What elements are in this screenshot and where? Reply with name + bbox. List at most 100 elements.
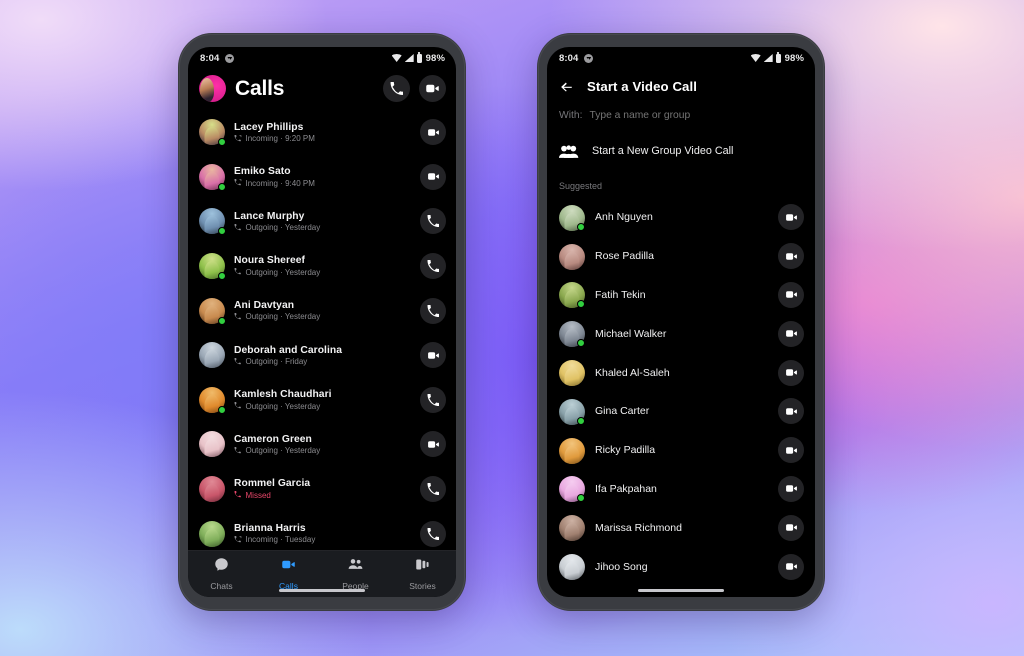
- row-audio-call-button[interactable]: [420, 253, 446, 280]
- suggested-contact-item[interactable]: Rose Padilla: [547, 237, 815, 276]
- avatar-wrapper: [199, 163, 226, 191]
- row-audio-call-button[interactable]: [420, 386, 446, 413]
- call-list-item[interactable]: Deborah and Carolina Outgoing · Friday: [188, 333, 456, 378]
- avatar[interactable]: [199, 75, 226, 102]
- online-status-dot: [577, 339, 585, 348]
- back-arrow-icon[interactable]: [559, 80, 574, 94]
- page-title: Calls: [235, 76, 285, 100]
- suggested-contact-item[interactable]: Gina Carter: [547, 392, 815, 431]
- online-status-dot: [577, 222, 585, 231]
- avatar-wrapper: [559, 282, 585, 309]
- avatar-wrapper: [199, 386, 226, 414]
- row-video-call-button[interactable]: [778, 475, 804, 502]
- video-camera-icon: [427, 173, 439, 181]
- with-label: With:: [559, 110, 583, 121]
- incoming-call-icon: [234, 134, 242, 143]
- suggested-contact-item[interactable]: Anh Nguyen: [547, 198, 815, 237]
- new-video-call-button[interactable]: [419, 75, 446, 102]
- status-time: 8:04: [200, 52, 220, 64]
- row-video-call-button[interactable]: [778, 437, 804, 464]
- suggested-contact-item[interactable]: Michael Walker: [547, 314, 815, 353]
- row-video-call-button[interactable]: [420, 342, 446, 369]
- avatar-wrapper: [559, 204, 585, 231]
- battery-icon: [416, 51, 422, 63]
- call-status-text: Missed: [245, 490, 271, 500]
- row-video-call-button[interactable]: [778, 553, 804, 580]
- contact-name: Gina Carter: [595, 405, 650, 418]
- contact-name: Rommel Garcia: [234, 478, 311, 490]
- call-status: Outgoing · Yesterday: [234, 268, 411, 277]
- call-list-item[interactable]: Ani Davtyan Outgoing · Yesterday: [188, 288, 456, 333]
- people-icon: [348, 557, 363, 577]
- nav-item-calls[interactable]: Calls: [255, 557, 322, 591]
- avatar-wrapper: [559, 515, 585, 542]
- row-audio-call-button[interactable]: [420, 208, 446, 235]
- incoming-call-icon: [234, 535, 242, 544]
- row-video-call-button[interactable]: [420, 163, 446, 190]
- video-camera-icon: [785, 446, 797, 454]
- call-list-item[interactable]: Lacey Phillips Incoming · 9:20 PM: [188, 110, 456, 155]
- chat-bubble-icon: [214, 557, 229, 577]
- signal-icon: [763, 54, 773, 62]
- nav-item-people[interactable]: People: [322, 557, 389, 591]
- call-status-text: Outgoing · Yesterday: [245, 223, 321, 233]
- video-camera-icon: [785, 485, 797, 493]
- row-video-call-button[interactable]: [778, 281, 804, 308]
- row-video-call-button[interactable]: [778, 243, 804, 270]
- call-list-item[interactable]: Noura Shereef Outgoing · Yesterday: [188, 244, 456, 289]
- recipient-input[interactable]: [589, 110, 803, 121]
- avatar: [199, 520, 225, 547]
- avatar: [559, 515, 585, 542]
- battery-percent: 98%: [784, 52, 804, 64]
- call-list-item[interactable]: Emiko Sato Incoming · 9:40 PM: [188, 155, 456, 200]
- video-camera-icon: [785, 330, 797, 338]
- phone-icon: [427, 393, 439, 406]
- suggested-contact-item[interactable]: Jihoo Song: [547, 547, 815, 586]
- avatar-wrapper: [199, 119, 226, 147]
- avatar-wrapper: [559, 360, 585, 387]
- contact-name: Khaled Al-Saleh: [595, 366, 670, 379]
- contact-name: Brianna Harris: [234, 522, 306, 534]
- row-audio-call-button[interactable]: [420, 297, 446, 324]
- suggested-contact-item[interactable]: Ifa Pakpahan: [547, 470, 815, 509]
- avatar-wrapper: [559, 554, 585, 581]
- row-video-call-button[interactable]: [778, 204, 804, 231]
- video-camera-icon: [785, 408, 797, 415]
- avatar: [559, 360, 585, 387]
- row-video-call-button[interactable]: [778, 398, 804, 425]
- with-field-row[interactable]: With:: [547, 105, 815, 134]
- suggested-contact-item[interactable]: Khaled Al-Saleh: [547, 353, 815, 392]
- call-list-item[interactable]: Cameron Green Outgoing · Yesterday: [188, 422, 456, 467]
- phone-screen-calls: 8:04 98% Calls Lacey Phillips Incoming ·…: [188, 47, 456, 597]
- video-camera-icon: [426, 84, 439, 93]
- call-list-item[interactable]: Lance Murphy Outgoing · Yesterday: [188, 199, 456, 244]
- call-status: Missed: [234, 491, 411, 500]
- row-audio-call-button[interactable]: [420, 476, 446, 503]
- call-list-item[interactable]: Rommel Garcia Missed: [188, 467, 456, 512]
- call-status-text: Outgoing · Yesterday: [245, 446, 321, 456]
- group-call-label: Start a New Group Video Call: [592, 145, 734, 157]
- call-list-item[interactable]: Brianna Harris Incoming · Tuesday: [188, 511, 456, 550]
- status-bar: 8:04 98%: [547, 47, 815, 69]
- row-video-call-button[interactable]: [420, 431, 446, 458]
- group-people-icon: [559, 144, 579, 158]
- suggested-contacts-list[interactable]: Anh Nguyen Rose Padilla Fatih Tekin Mich…: [547, 198, 815, 597]
- suggested-contact-item[interactable]: Fatih Tekin: [547, 276, 815, 315]
- suggested-contact-item[interactable]: Ricky Padilla: [547, 431, 815, 470]
- nav-item-chats[interactable]: Chats: [188, 557, 255, 591]
- row-video-call-button[interactable]: [778, 359, 804, 386]
- call-info: Lacey Phillips Incoming · 9:20 PM: [234, 122, 411, 144]
- row-video-call-button[interactable]: [420, 119, 446, 146]
- row-video-call-button[interactable]: [778, 320, 804, 347]
- battery-percent: 98%: [425, 52, 445, 64]
- new-audio-call-button[interactable]: [383, 75, 410, 102]
- start-group-video-call-row[interactable]: Start a New Group Video Call: [547, 134, 815, 168]
- call-list-item[interactable]: Kamlesh Chaudhari Outgoing · Yesterday: [188, 378, 456, 423]
- row-audio-call-button[interactable]: [420, 520, 446, 547]
- suggested-contact-item[interactable]: Marissa Richmond: [547, 508, 815, 547]
- row-video-call-button[interactable]: [778, 514, 804, 541]
- call-status-text: Outgoing · Friday: [245, 357, 308, 367]
- messenger-icon: [225, 53, 235, 63]
- calls-list[interactable]: Lacey Phillips Incoming · 9:20 PM Emiko …: [188, 110, 456, 550]
- nav-item-stories[interactable]: Stories: [389, 557, 456, 591]
